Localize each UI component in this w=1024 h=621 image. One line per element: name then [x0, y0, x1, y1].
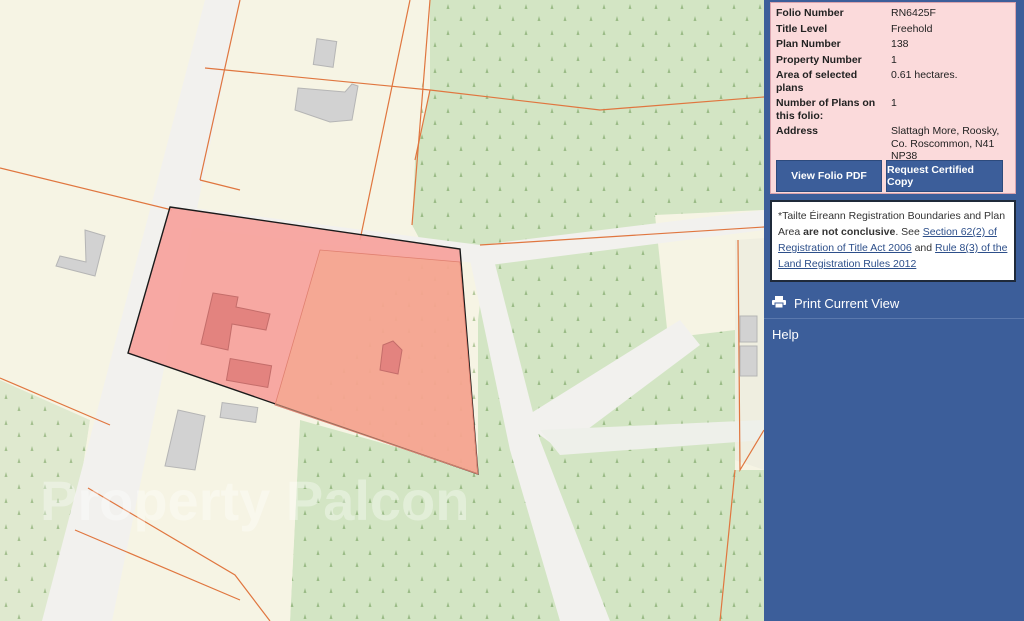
- printer-icon: [772, 295, 794, 311]
- info-value: 138: [891, 38, 909, 50]
- side-panel: Folio Number RN6425F Title Level Freehold …: [764, 0, 1024, 621]
- info-value: Freehold: [891, 22, 933, 35]
- info-row: Title Level Freehold: [776, 23, 1015, 39]
- disclaimer-and: and: [911, 242, 936, 254]
- info-label: Number of Plans on this folio:: [776, 97, 876, 122]
- info-label: Property Number: [776, 53, 862, 66]
- info-row: Plan Number 138: [776, 38, 1015, 54]
- help-button[interactable]: Help: [764, 319, 1024, 349]
- disclaimer-box: *Tailte Éireann Registration Boundaries …: [770, 200, 1016, 282]
- info-label: Folio Number: [776, 7, 844, 19]
- request-certified-copy-button[interactable]: Request Certified Copy: [886, 160, 1003, 192]
- info-row: Area of selected plans 0.61 hectares.: [776, 69, 1015, 97]
- building: [739, 315, 758, 343]
- building: [312, 38, 338, 68]
- info-label: Title Level: [776, 22, 828, 35]
- info-value: 1: [891, 53, 897, 66]
- map-watermark: Property Palcon: [40, 469, 469, 532]
- folio-info-box: Folio Number RN6425F Title Level Freehold …: [770, 2, 1016, 194]
- folio-info-table: Folio Number RN6425F Title Level Freehold …: [776, 7, 1015, 166]
- help-label: Help: [772, 326, 799, 342]
- info-label: Area of selected plans: [776, 69, 858, 94]
- view-folio-pdf-button[interactable]: View Folio PDF: [776, 160, 882, 192]
- print-label: Print Current View: [794, 295, 900, 311]
- info-label: Plan Number: [776, 38, 841, 50]
- info-value: 0.61 hectares.: [891, 69, 958, 81]
- disclaimer-middle: . See: [895, 226, 923, 238]
- info-row: Number of Plans on this folio: 1: [776, 97, 1015, 125]
- info-row: Folio Number RN6425F: [776, 7, 1015, 23]
- info-row: Property Number 1: [776, 54, 1015, 70]
- print-current-view-button[interactable]: Print Current View: [764, 288, 1024, 318]
- disclaimer-bold: are not conclusive: [803, 226, 896, 238]
- info-value: 1: [891, 97, 897, 109]
- building: [739, 345, 758, 377]
- panel-menu: Print Current View Help: [764, 288, 1024, 349]
- map-canvas[interactable]: Property Palcon: [0, 0, 764, 621]
- info-value: RN6425F: [891, 7, 936, 19]
